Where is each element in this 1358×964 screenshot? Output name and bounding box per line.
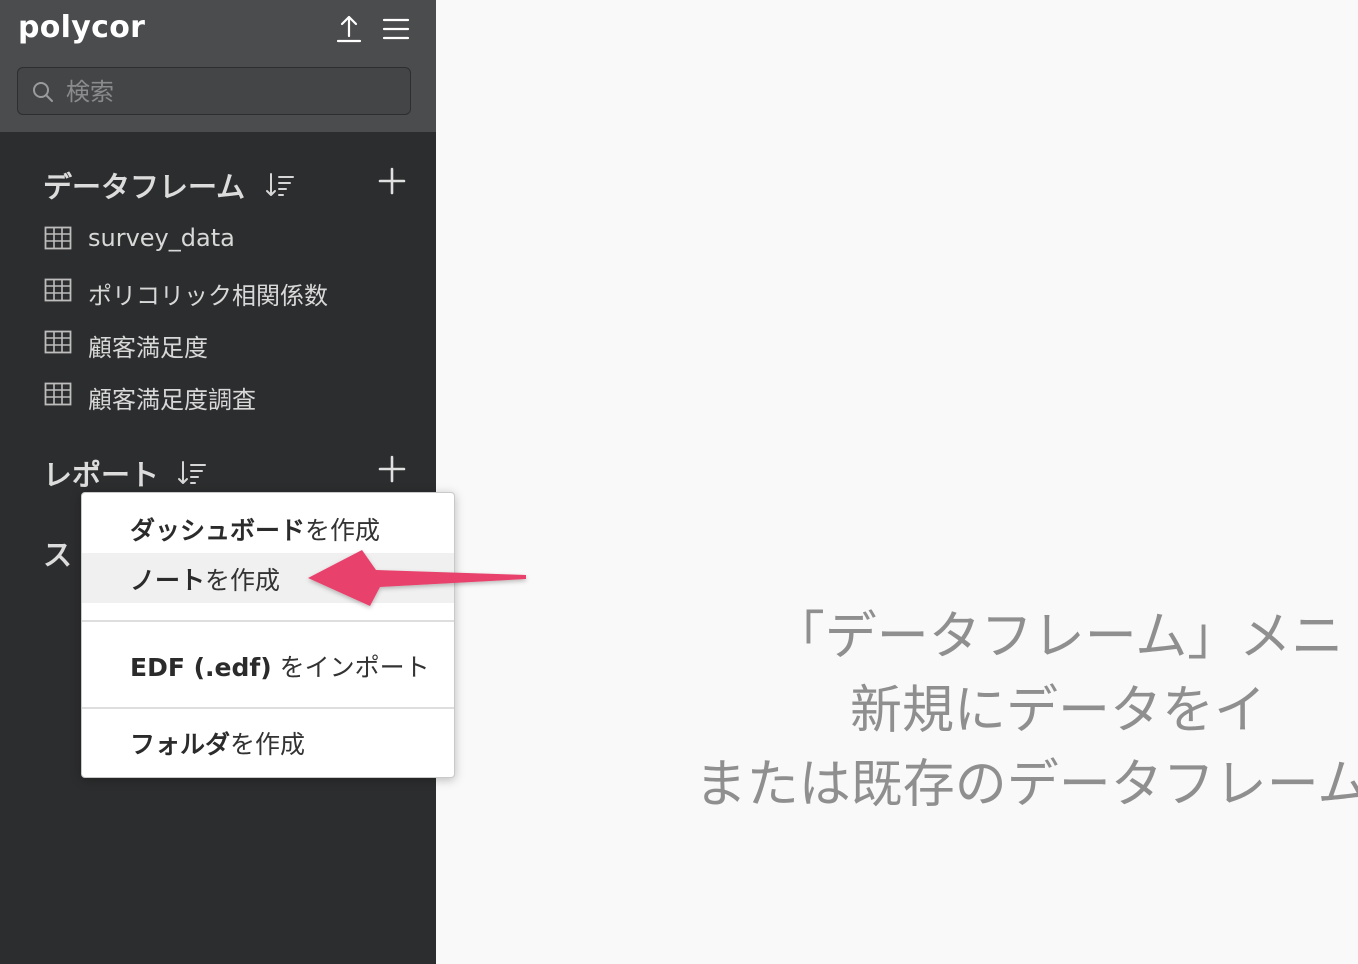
menu-item-label: を作成 <box>230 730 306 759</box>
menu-item-bold-label: フォルダ <box>130 730 231 759</box>
empty-state-message: 「データフレーム」メニ 新規にデータをイ または既存のデータフレームを <box>458 600 1358 822</box>
menu-item-bold-label: ダッシュボード <box>130 516 306 545</box>
search-input[interactable] <box>64 74 398 110</box>
upload-icon[interactable] <box>334 14 364 44</box>
project-name: polycor <box>18 10 146 45</box>
menu-item-label: を作成 <box>205 566 281 595</box>
dataframe-label: ポリコリック相関係数 <box>88 282 328 310</box>
menu-item-import-edf[interactable]: EDF (.edf) をインポート <box>82 640 454 690</box>
dataframes-section-header: データフレーム <box>43 160 413 204</box>
menu-divider <box>82 707 454 709</box>
menu-divider <box>82 620 454 622</box>
table-icon <box>44 226 72 254</box>
dataframe-label: 顧客満足度 <box>88 334 208 362</box>
reports-section-title: レポート <box>43 458 160 492</box>
empty-message-line: 「データフレーム」メニ <box>772 607 1344 667</box>
annotation-arrow <box>308 550 526 606</box>
sidebar: polycor データフレーム <box>0 0 436 964</box>
dataframe-label: survey_data <box>88 224 235 252</box>
add-report-dropdown-menu: ダッシュボードを作成 ノートを作成 EDF (.edf) をインポート フォルダ… <box>81 492 455 778</box>
dataframe-item[interactable]: survey_data <box>44 216 424 268</box>
dataframe-item[interactable]: ポリコリック相関係数 <box>44 268 424 320</box>
sidebar-header: polycor <box>0 0 436 132</box>
dataframe-label: 顧客満足度調査 <box>88 386 256 414</box>
dataframes-section-title: データフレーム <box>43 170 246 204</box>
table-icon <box>44 330 72 358</box>
add-dataframe-plus-icon[interactable] <box>377 166 407 196</box>
menu-item-bold-label: ノート <box>130 566 206 595</box>
menu-item-label: をインポート <box>271 653 430 682</box>
empty-message-line: または既存のデータフレームを <box>694 755 1358 815</box>
hamburger-menu-icon[interactable] <box>381 14 411 44</box>
search-icon <box>32 81 54 107</box>
menu-item-bold-label: EDF (.edf) <box>130 653 272 682</box>
add-report-plus-icon[interactable] <box>377 454 407 484</box>
main-content: 「データフレーム」メニ 新規にデータをイ または既存のデータフレームを <box>436 0 1358 964</box>
empty-message-line: 新規にデータをイ <box>849 681 1266 741</box>
table-icon <box>44 382 72 410</box>
search-box[interactable] <box>17 67 411 115</box>
sort-icon[interactable] <box>265 170 295 200</box>
dataframe-item[interactable]: 顧客満足度 <box>44 320 424 372</box>
table-icon <box>44 278 72 306</box>
sort-icon[interactable] <box>177 458 207 488</box>
menu-item-create-folder[interactable]: フォルダを作成 <box>82 717 454 767</box>
partially-hidden-section-title: ス <box>43 538 73 572</box>
dataframe-item[interactable]: 顧客満足度調査 <box>44 372 424 424</box>
reports-section-header: レポート <box>43 448 413 492</box>
dataframe-list: survey_data ポリコリック相関係数 顧客満足度 顧客満足度調査 <box>44 216 424 424</box>
